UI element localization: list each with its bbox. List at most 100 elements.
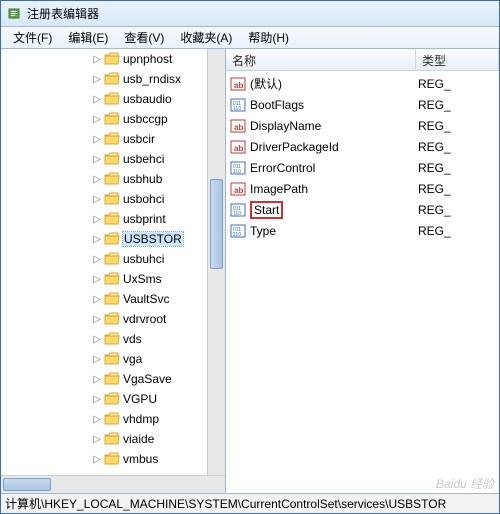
value-type: REG_ — [418, 140, 499, 154]
value-row[interactable]: abDriverPackageIdREG_ — [226, 136, 499, 157]
expander-icon[interactable]: ▷ — [91, 174, 103, 185]
value-list[interactable]: ab(默认)REG_011110BootFlagsREG_abDisplayNa… — [226, 71, 499, 493]
tree-node-label: usbhub — [123, 172, 162, 186]
expander-icon[interactable]: ▷ — [91, 294, 103, 305]
expander-icon[interactable]: ▷ — [91, 354, 103, 365]
tree-node-label: VgaSave — [123, 372, 172, 386]
folder-icon — [104, 352, 120, 366]
folder-icon — [104, 192, 120, 206]
menu-edit[interactable]: 编辑(E) — [60, 27, 116, 48]
value-name: DisplayName — [250, 119, 418, 133]
column-header-type[interactable]: 类型 — [416, 49, 499, 70]
folder-icon — [104, 292, 120, 306]
tree-node[interactable]: ▷ VGPU — [1, 389, 207, 409]
tree-node[interactable]: ▷ vmbus — [1, 449, 207, 469]
value-row[interactable]: 011110BootFlagsREG_ — [226, 94, 499, 115]
expander-icon[interactable]: ▷ — [91, 194, 103, 205]
string-value-icon: ab — [230, 139, 246, 155]
list-header: 名称 类型 — [226, 49, 499, 71]
value-row[interactable]: abDisplayNameREG_ — [226, 115, 499, 136]
tree-node[interactable]: ▷usbohci — [1, 189, 207, 209]
expander-icon[interactable]: ▷ — [91, 134, 103, 145]
tree-node[interactable]: ▷ usbhub — [1, 169, 207, 189]
svg-text:110: 110 — [233, 232, 241, 238]
tree-node[interactable]: ▷vdrvroot — [1, 309, 207, 329]
value-list-pane: 名称 类型 ab(默认)REG_011110BootFlagsREG_abDis… — [226, 49, 499, 493]
menu-favorites[interactable]: 收藏夹(A) — [172, 27, 240, 48]
expander-icon[interactable]: ▷ — [91, 74, 103, 85]
expander-icon[interactable]: ▷ — [91, 374, 103, 385]
tree-node-label: upnphost — [123, 52, 172, 66]
tree-node[interactable]: ▷UxSms — [1, 269, 207, 289]
expander-icon[interactable]: ▷ — [91, 94, 103, 105]
folder-icon — [104, 372, 120, 386]
tree-node[interactable]: ▷usb_rndisx — [1, 69, 207, 89]
tree-node[interactable]: ▷ usbuhci — [1, 249, 207, 269]
value-name: BootFlags — [250, 98, 418, 112]
folder-icon — [104, 412, 120, 426]
tree-node[interactable]: ▷vga — [1, 349, 207, 369]
tree-node[interactable]: ▷ vhdmp — [1, 409, 207, 429]
expander-icon[interactable]: ▷ — [91, 54, 103, 65]
expander-icon[interactable]: ▷ — [91, 254, 103, 265]
expander-icon[interactable]: ▷ — [91, 274, 103, 285]
value-row[interactable]: 011110ErrorControlREG_ — [226, 157, 499, 178]
tree-node[interactable]: ▷ VgaSave — [1, 369, 207, 389]
app-icon — [7, 6, 23, 22]
tree-node[interactable]: ▷vds — [1, 329, 207, 349]
tree-node-label: vmbus — [123, 452, 158, 466]
tree-node[interactable]: ▷usbcir — [1, 129, 207, 149]
value-row[interactable]: ab(默认)REG_ — [226, 73, 499, 94]
expander-icon[interactable]: ▷ — [91, 154, 103, 165]
tree-horizontal-scrollbar[interactable] — [1, 475, 225, 493]
tree-node[interactable]: ▷usbccgp — [1, 109, 207, 129]
expander-icon[interactable]: ▷ — [91, 414, 103, 425]
tree-node-label: vhdmp — [123, 412, 159, 426]
tree-vertical-scrollbar[interactable] — [207, 49, 225, 475]
expander-icon[interactable]: ▷ — [91, 234, 103, 245]
value-name: Type — [250, 224, 418, 238]
folder-icon — [104, 212, 120, 226]
expander-icon[interactable]: ▷ — [91, 334, 103, 345]
folder-icon — [104, 252, 120, 266]
tree-node-label: usbuhci — [123, 252, 164, 266]
value-type: REG_ — [418, 161, 499, 175]
svg-text:ab: ab — [234, 123, 243, 132]
folder-icon — [104, 132, 120, 146]
menu-file[interactable]: 文件(F) — [5, 27, 60, 48]
tree-node[interactable]: ▷ usbaudio — [1, 89, 207, 109]
column-header-name[interactable]: 名称 — [226, 49, 416, 70]
value-name: ImagePath — [250, 182, 418, 196]
expander-icon[interactable]: ▷ — [91, 214, 103, 225]
menu-view[interactable]: 查看(V) — [116, 27, 172, 48]
tree-node-label: usbaudio — [123, 92, 172, 106]
binary-value-icon: 011110 — [230, 223, 246, 239]
value-row[interactable]: abImagePathREG_ — [226, 178, 499, 199]
folder-icon — [104, 232, 120, 246]
tree-node[interactable]: ▷usbprint — [1, 209, 207, 229]
tree-node[interactable]: ▷USBSTOR — [1, 229, 207, 249]
tree-node[interactable]: ▷VaultSvc — [1, 289, 207, 309]
tree-node-label: VGPU — [123, 392, 157, 406]
folder-icon — [104, 172, 120, 186]
expander-icon[interactable]: ▷ — [91, 454, 103, 465]
expander-icon[interactable]: ▷ — [91, 394, 103, 405]
content-area: ▷upnphost▷usb_rndisx▷usbaudio▷usbccgp▷us… — [1, 49, 499, 493]
tree-list[interactable]: ▷upnphost▷usb_rndisx▷usbaudio▷usbccgp▷us… — [1, 49, 207, 475]
folder-icon — [104, 72, 120, 86]
expander-icon[interactable]: ▷ — [91, 314, 103, 325]
menu-help[interactable]: 帮助(H) — [240, 27, 297, 48]
value-row[interactable]: 011110StartREG_ — [226, 199, 499, 220]
svg-text:ab: ab — [234, 81, 243, 90]
tree-node[interactable]: ▷usbehci — [1, 149, 207, 169]
tree-node[interactable]: ▷ upnphost — [1, 49, 207, 69]
expander-icon[interactable]: ▷ — [91, 434, 103, 445]
tree-node[interactable]: ▷viaide — [1, 429, 207, 449]
tree-vertical-scroll-thumb[interactable] — [210, 179, 223, 269]
value-row[interactable]: 011110TypeREG_ — [226, 220, 499, 241]
folder-icon — [104, 112, 120, 126]
tree-horizontal-scroll-thumb[interactable] — [3, 478, 51, 491]
expander-icon[interactable]: ▷ — [91, 114, 103, 125]
titlebar[interactable]: 注册表编辑器 — [1, 1, 499, 27]
tree-body: ▷upnphost▷usb_rndisx▷usbaudio▷usbccgp▷us… — [1, 49, 225, 475]
